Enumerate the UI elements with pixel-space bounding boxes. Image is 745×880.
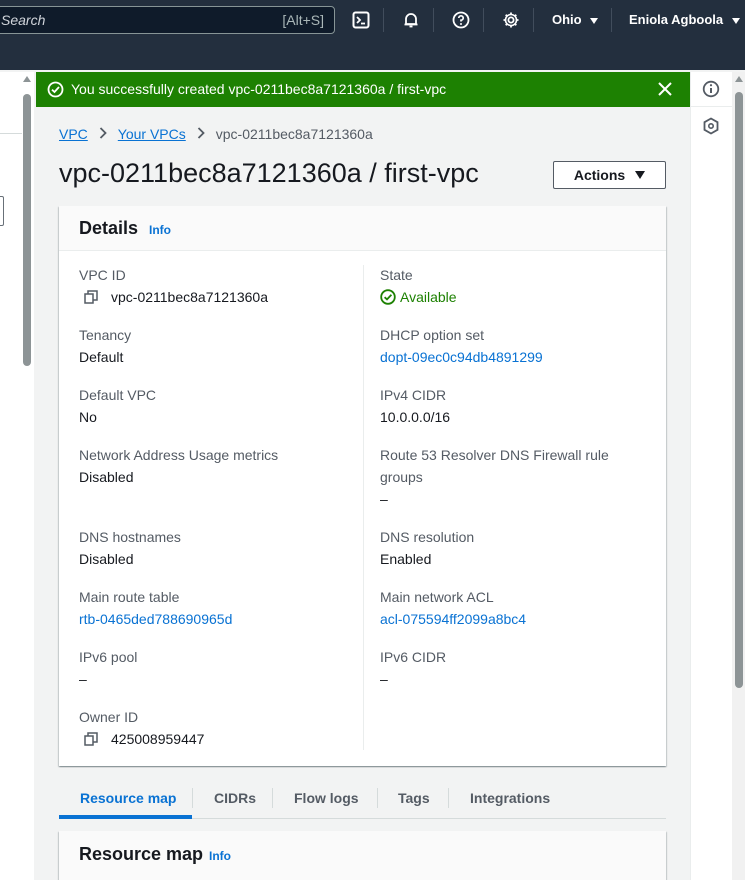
- dns-resolution-value: Enabled: [380, 551, 432, 567]
- resource-map-card: Resource map Info: [59, 831, 666, 880]
- success-check-icon: [47, 81, 64, 98]
- tab-cidrs[interactable]: CIDRs: [214, 790, 256, 806]
- main-network-acl-link[interactable]: acl-075594ff2099a8bc4: [380, 611, 526, 627]
- success-flash-banner: You successfully created vpc-0211bec8a71…: [36, 72, 690, 107]
- state-value: Available: [400, 289, 457, 305]
- default-vpc-value: No: [79, 409, 97, 425]
- column-divider: [363, 265, 364, 750]
- main-route-table-link[interactable]: rtb-0465ded788690965d: [79, 611, 232, 627]
- dns-firewall-label: Route 53 Resolver DNS Firewall rule: [380, 447, 609, 463]
- state-label: State: [380, 267, 413, 283]
- resource-map-info-link[interactable]: Info: [209, 849, 231, 863]
- tab-divider: [192, 788, 193, 808]
- dns-firewall-label-line2: groups: [380, 469, 423, 485]
- flash-message: You successfully created vpc-0211bec8a71…: [71, 81, 447, 97]
- tab-divider: [272, 788, 273, 808]
- ipv4-cidr-value: 10.0.0.0/16: [380, 409, 451, 425]
- service-bar: [0, 40, 745, 70]
- ipv6-cidr-value: –: [380, 671, 388, 687]
- details-header: Details Info: [59, 206, 666, 251]
- scroll-up-arrow-icon[interactable]: [735, 76, 743, 82]
- copy-icon[interactable]: [84, 290, 98, 304]
- vpc-id-label: VPC ID: [79, 267, 126, 283]
- ipv6-cidr-label: IPv6 CIDR: [380, 649, 447, 665]
- active-tab-indicator: [59, 815, 192, 819]
- nau-metrics-label: Network Address Usage metrics: [79, 447, 279, 463]
- page-title: vpc-0211bec8a7121360a / first-vpc: [59, 158, 479, 188]
- ipv6-pool-value: –: [79, 671, 87, 687]
- vpc-id-value: vpc-0211bec8a7121360a: [111, 289, 268, 305]
- tab-flow-logs[interactable]: Flow logs: [294, 790, 359, 806]
- default-vpc-label: Default VPC: [79, 387, 157, 403]
- tenancy-label: Tenancy: [79, 327, 132, 343]
- left-scrollbar[interactable]: [23, 94, 31, 366]
- breadcrumb-vpc[interactable]: VPC: [59, 126, 88, 142]
- owner-id-label: Owner ID: [79, 709, 139, 725]
- close-icon[interactable]: [656, 80, 674, 98]
- account-menu[interactable]: Eniola Agboola: [629, 12, 740, 27]
- nav-divider: [383, 8, 384, 32]
- tab-divider: [377, 788, 378, 808]
- dhcp-option-set-link[interactable]: dopt-09ec0c94db4891299: [380, 349, 543, 365]
- copy-icon[interactable]: [84, 732, 98, 746]
- caret-down-icon: [635, 171, 646, 179]
- ipv6-pool-label: IPv6 pool: [79, 649, 138, 665]
- actions-label: Actions: [573, 167, 626, 183]
- breadcrumb-current: vpc-0211bec8a7121360a: [215, 126, 373, 142]
- nav-divider: [433, 8, 434, 32]
- tools-panel-strip: [690, 72, 732, 880]
- scroll-up-arrow-icon[interactable]: [23, 76, 31, 82]
- region-selector[interactable]: Ohio: [552, 12, 599, 27]
- nav-divider: [533, 8, 534, 32]
- details-info-link[interactable]: Info: [149, 223, 171, 237]
- main-route-table-label: Main route table: [79, 589, 180, 605]
- chevron-right-icon: [99, 126, 107, 142]
- side-panel-control[interactable]: [0, 196, 4, 226]
- dns-hostnames-value: Disabled: [79, 551, 134, 567]
- tab-tags[interactable]: Tags: [398, 790, 430, 806]
- gear-icon[interactable]: [501, 10, 521, 30]
- help-icon[interactable]: [451, 10, 471, 30]
- tenancy-value: Default: [79, 349, 124, 365]
- region-label: Ohio: [552, 12, 582, 27]
- search-shortcut-hint: [Alt+S]: [282, 12, 324, 28]
- bell-icon[interactable]: [401, 10, 421, 30]
- nau-metrics-value: Disabled: [79, 469, 134, 485]
- chevron-down-icon: [590, 17, 599, 24]
- tab-divider: [448, 788, 449, 808]
- user-name: Eniola Agboola: [629, 12, 724, 27]
- tab-resource-map[interactable]: Resource map: [80, 790, 176, 806]
- chevron-down-icon: [731, 17, 740, 24]
- dns-firewall-value: –: [380, 491, 388, 507]
- cloudshell-icon[interactable]: [351, 10, 371, 30]
- top-navigation: Search [Alt+S] Ohio Eniola Agboola: [0, 0, 745, 40]
- breadcrumb-your-vpcs[interactable]: Your VPCs: [118, 126, 186, 142]
- tab-list: Resource map CIDRs Flow logs Tags Integr…: [59, 784, 666, 819]
- ipv4-cidr-label: IPv4 CIDR: [380, 387, 447, 403]
- dhcp-option-set-label: DHCP option set: [380, 327, 485, 343]
- hexagon-icon[interactable]: [702, 117, 720, 135]
- divider: [690, 106, 732, 107]
- nav-divider: [483, 8, 484, 32]
- owner-id-value: 425008959447: [111, 731, 205, 747]
- search-input[interactable]: Search [Alt+S]: [0, 6, 335, 34]
- chevron-right-icon: [197, 126, 205, 142]
- actions-button[interactable]: Actions: [553, 161, 666, 189]
- dns-hostnames-label: DNS hostnames: [79, 529, 181, 545]
- details-title: Details: [79, 218, 139, 238]
- breadcrumb: VPC Your VPCs vpc-0211bec8a7121360a: [59, 126, 373, 142]
- tab-integrations[interactable]: Integrations: [470, 790, 550, 806]
- status-success-icon: [380, 289, 396, 305]
- nav-divider: [611, 8, 612, 32]
- dns-resolution-label: DNS resolution: [380, 529, 475, 545]
- state-status: Available: [380, 289, 457, 305]
- info-icon[interactable]: [702, 80, 720, 98]
- resource-map-title: Resource map: [79, 844, 204, 864]
- search-placeholder: Search: [1, 12, 46, 28]
- right-scrollbar[interactable]: [735, 92, 743, 688]
- main-network-acl-label: Main network ACL: [380, 589, 494, 605]
- divider: [0, 133, 22, 134]
